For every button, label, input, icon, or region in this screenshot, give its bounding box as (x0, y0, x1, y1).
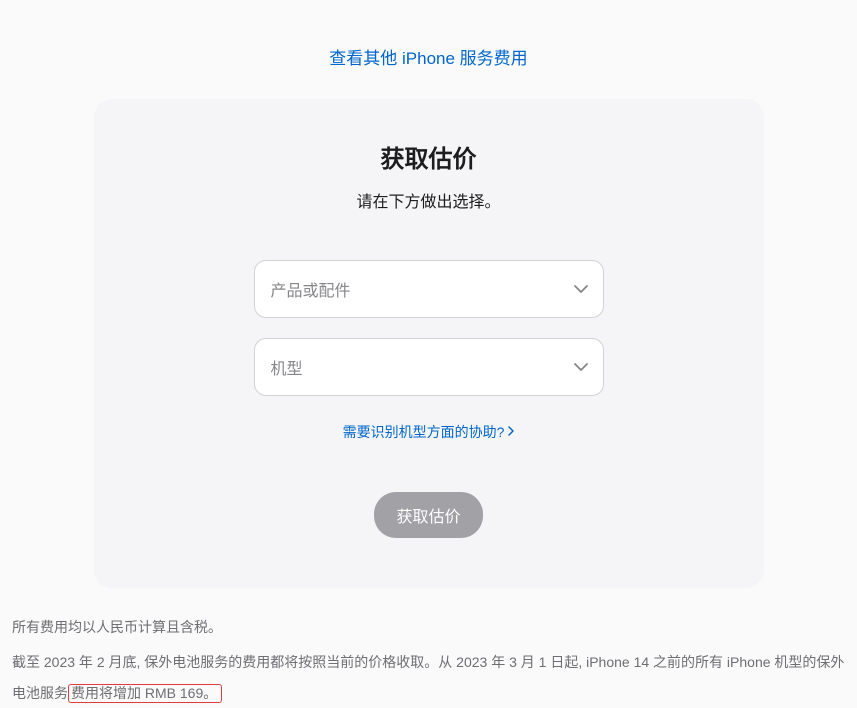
model-select-placeholder: 机型 (271, 355, 303, 379)
footer-notes: 所有费用均以人民币计算且含税。 截至 2023 年 2 月底, 保外电池服务的费… (10, 588, 847, 708)
card-title: 获取估价 (134, 139, 724, 174)
card-subtitle: 请在下方做出选择。 (134, 188, 724, 212)
product-select[interactable]: 产品或配件 (254, 260, 604, 318)
get-estimate-button[interactable]: 获取估价 (374, 492, 482, 538)
estimate-card: 获取估价 请在下方做出选择。 产品或配件 机型 需要识别机型方面的协助? (94, 99, 764, 588)
top-link-container: 查看其他 iPhone 服务费用 (10, 0, 847, 99)
help-link-text: 需要识别机型方面的协助? (343, 422, 505, 442)
product-select-wrap: 产品或配件 (254, 260, 604, 318)
model-select[interactable]: 机型 (254, 338, 604, 396)
price-increase-highlight: 费用将增加 RMB 169。 (68, 684, 222, 703)
identify-model-help-link[interactable]: 需要识别机型方面的协助? (343, 422, 515, 442)
note-line-2: 截至 2023 年 2 月底, 保外电池服务的费用都将按照当前的价格收取。从 2… (12, 647, 845, 708)
note-line-1: 所有费用均以人民币计算且含税。 (12, 612, 845, 643)
model-select-wrap: 机型 (254, 338, 604, 396)
product-select-placeholder: 产品或配件 (271, 277, 351, 301)
view-other-fees-link[interactable]: 查看其他 iPhone 服务费用 (329, 49, 527, 68)
chevron-right-icon (508, 425, 514, 439)
